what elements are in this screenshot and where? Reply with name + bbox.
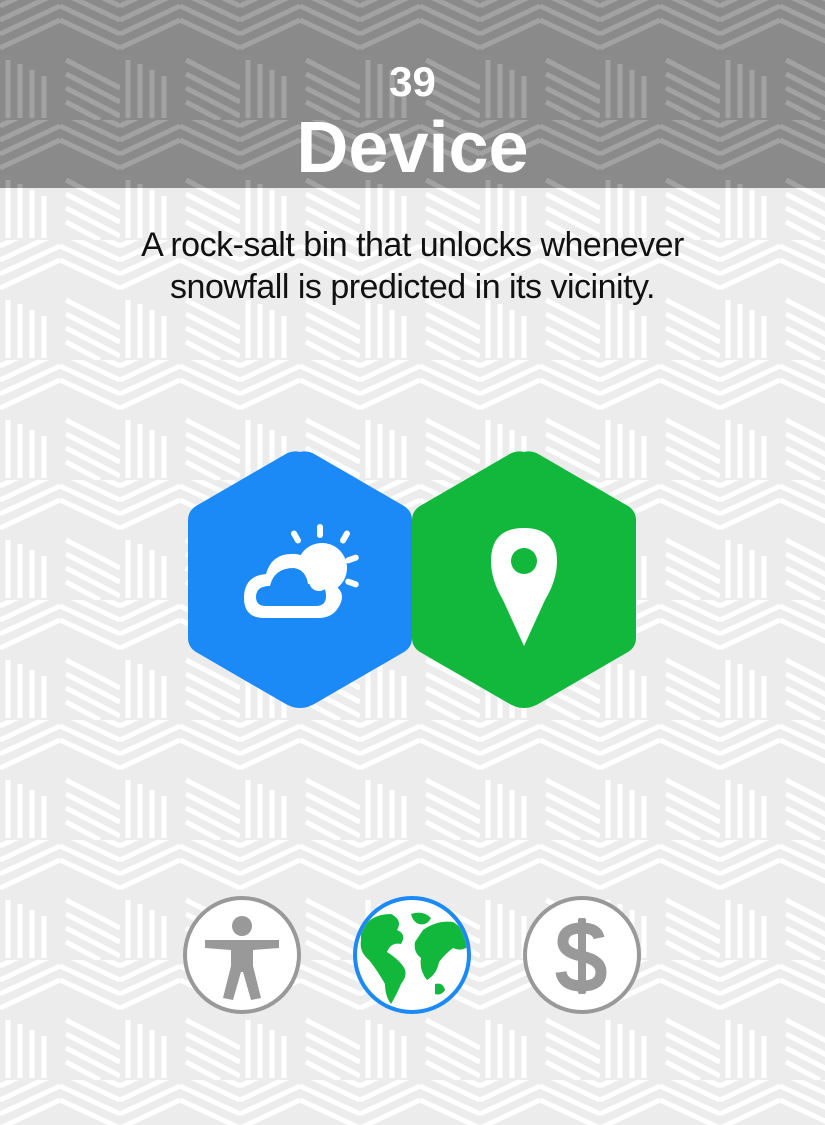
category-dollar-button[interactable]	[523, 896, 641, 1014]
category-accessibility-button[interactable]	[183, 896, 301, 1014]
card-header: 39 Device	[0, 0, 825, 188]
category-globe-button[interactable]	[353, 896, 471, 1014]
dollar-icon	[555, 918, 607, 994]
weather-hexagon[interactable]	[186, 450, 414, 708]
card-description: A rock-salt bin that unlocks whenever sn…	[141, 226, 684, 306]
card-number: 39	[389, 58, 436, 105]
card: 39 Device A rock-salt bin that unlocks w…	[0, 0, 825, 1125]
accessibility-person-icon	[205, 916, 279, 1000]
location-hexagon[interactable]	[410, 450, 638, 708]
card-title: Device	[296, 108, 529, 188]
globe-icon	[360, 912, 467, 1004]
